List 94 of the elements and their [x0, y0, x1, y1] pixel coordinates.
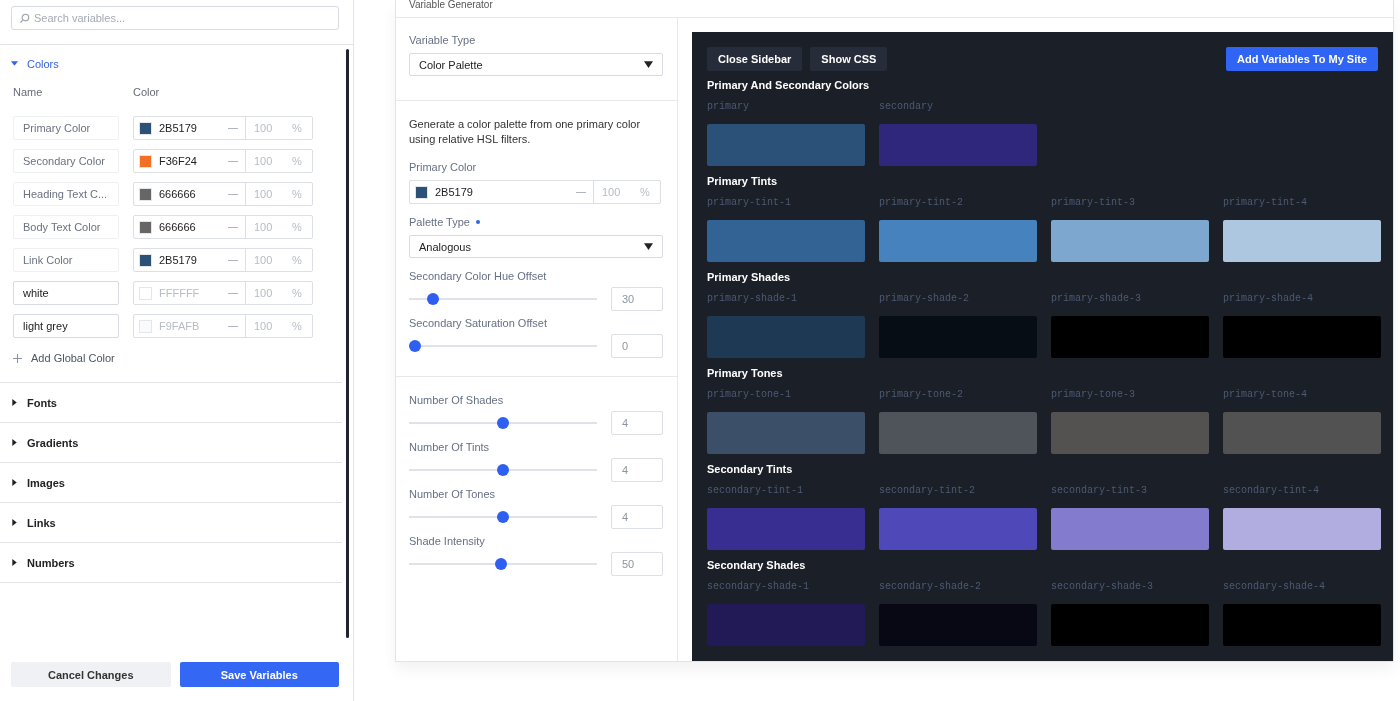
variable-name: primary-shade-2: [879, 293, 970, 304]
section-toggle[interactable]: Fonts: [0, 383, 342, 422]
column-header: Name: [13, 86, 44, 98]
add-variables-button[interactable]: Add Variables To My Site: [1226, 47, 1378, 71]
section-toggle[interactable]: Gradients: [0, 423, 342, 462]
variable-name: primary-tone-2: [879, 389, 964, 400]
slider-thumb[interactable]: [495, 558, 508, 570]
variable-name: secondary-tint-4: [1223, 485, 1320, 496]
variable-name: secondary-tint-2: [879, 485, 976, 496]
variable-name: primary-tone-1: [707, 389, 792, 400]
slider-thumb[interactable]: [497, 511, 509, 523]
dash-icon: [228, 160, 238, 162]
column-header: Color: [133, 86, 160, 98]
panel-title: Variable Generator: [409, 0, 493, 10]
scrollbar[interactable]: [346, 49, 349, 638]
caret-icon: [11, 519, 18, 526]
name-field[interactable]: white: [13, 281, 119, 305]
dash-icon: [576, 191, 586, 193]
section-toggle[interactable]: Numbers: [0, 543, 342, 582]
variable-name: secondary: [879, 101, 934, 112]
variable-name: primary-tone-4: [1223, 389, 1308, 400]
variable-name: primary-shade-4: [1223, 293, 1314, 304]
save-button[interactable]: Save Variables: [179, 662, 339, 687]
color-field[interactable]: F36F24 100 %: [133, 149, 313, 173]
toolbar-button[interactable]: Show CSS: [810, 47, 888, 71]
plus-icon: [13, 353, 22, 363]
dash-icon: [228, 127, 238, 129]
variable-name: primary-shade-3: [1051, 293, 1142, 304]
caret-icon: [11, 479, 18, 486]
variable-name: secondary-shade-3: [1051, 581, 1155, 592]
variable-name: secondary-shade-4: [1223, 581, 1327, 592]
group-title: Primary Tints: [707, 175, 779, 187]
variable-name: primary-tint-1: [707, 197, 792, 208]
section-toggle[interactable]: Images: [0, 463, 342, 502]
name-field[interactable]: Secondary Color: [13, 149, 119, 173]
field-label: Primary Color: [409, 161, 478, 173]
add-color-button[interactable]: Add Global Color: [13, 338, 115, 370]
variable-name: secondary-shade-2: [879, 581, 983, 592]
slider-thumb[interactable]: [497, 464, 509, 476]
color-field[interactable]: 2B5179 100 %: [409, 180, 661, 204]
slider-label: Secondary Color Hue Offset: [409, 270, 548, 282]
slider-label: Shade Intensity: [409, 535, 486, 547]
slider-label: Number Of Tones: [409, 488, 496, 500]
slider-label: Secondary Saturation Offset: [409, 317, 548, 329]
variable-name: primary-tint-4: [1223, 197, 1308, 208]
variable-name: secondary-tint-3: [1051, 485, 1148, 496]
search-field[interactable]: Search variables...: [11, 6, 339, 30]
caret-icon: [11, 60, 18, 67]
variable-type-dropdown[interactable]: Color Palette: [409, 53, 663, 76]
group-title: Primary Shades: [707, 271, 792, 283]
slider-label: Number Of Tints: [409, 441, 491, 453]
color-field[interactable]: 666666 100 %: [133, 215, 313, 239]
variable-name: primary-shade-1: [707, 293, 798, 304]
section-toggle[interactable]: Links: [0, 503, 342, 542]
caret-icon: [11, 559, 18, 566]
color-field[interactable]: 666666 100 %: [133, 182, 313, 206]
color-field[interactable]: 2B5179 100 %: [133, 248, 313, 272]
slider-thumb[interactable]: [497, 417, 509, 429]
caret-icon: [11, 439, 18, 446]
field-label: Palette Type: [409, 216, 470, 228]
name-field[interactable]: Heading Text C...: [13, 182, 119, 206]
caret-icon: [11, 399, 18, 406]
slider-thumb[interactable]: [409, 340, 421, 352]
name-field[interactable]: light grey: [13, 314, 119, 338]
group-title: Primary And Secondary Colors: [707, 79, 871, 91]
dash-icon: [228, 325, 238, 327]
dash-icon: [228, 193, 238, 195]
field-label: Variable Type: [409, 34, 477, 46]
variable-name: primary: [707, 101, 750, 112]
search-icon: [19, 13, 30, 24]
dash-icon: [228, 292, 238, 294]
group-title: Secondary Shades: [707, 559, 807, 571]
variable-name: primary-tint-3: [1051, 197, 1136, 208]
toolbar-button[interactable]: Close Sidebar: [707, 47, 803, 71]
group-title: Primary Tones: [707, 367, 784, 379]
color-field[interactable]: 2B5179 100 %: [133, 116, 313, 140]
name-field[interactable]: Body Text Color: [13, 215, 119, 239]
section-toggle[interactable]: Colors: [0, 45, 342, 77]
variable-name: primary-tone-3: [1051, 389, 1136, 400]
name-field[interactable]: Primary Color: [13, 116, 119, 140]
dash-icon: [228, 259, 238, 261]
variable-name: secondary-tint-1: [707, 485, 804, 496]
variable-name: secondary-shade-1: [707, 581, 811, 592]
slider-thumb[interactable]: [426, 293, 439, 305]
slider-label: Number Of Shades: [409, 394, 505, 406]
variable-name: primary-tint-2: [879, 197, 964, 208]
group-title: Secondary Tints: [707, 463, 794, 475]
name-field[interactable]: Link Color: [13, 248, 119, 272]
palette-type-dropdown[interactable]: Analogous: [409, 235, 663, 258]
caret-icon: [644, 61, 653, 68]
dash-icon: [228, 226, 238, 228]
description-text: Generate a color palette from one primary color using relative HSL filters.: [409, 117, 642, 147]
cancel-button[interactable]: Cancel Changes: [11, 662, 171, 687]
caret-icon: [644, 243, 653, 250]
